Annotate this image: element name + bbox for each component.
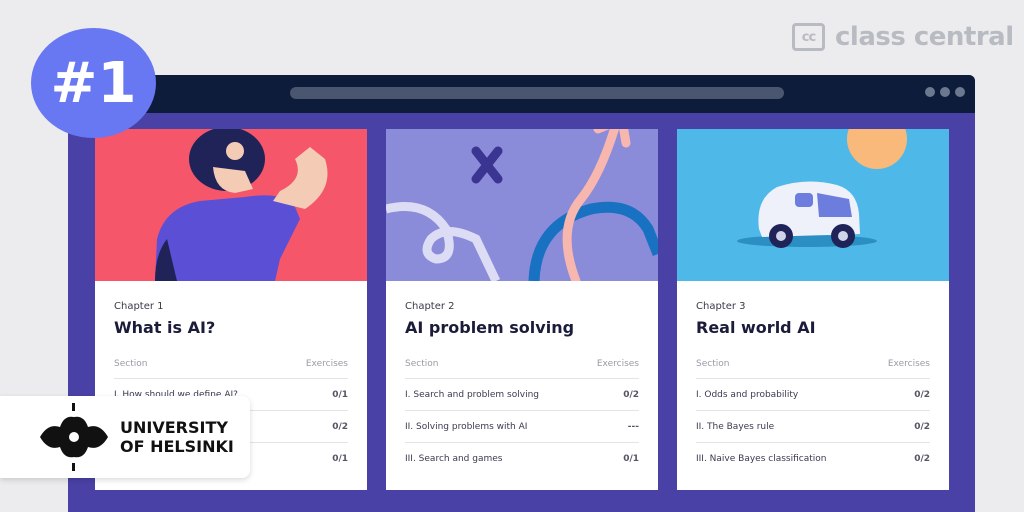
chapter-title[interactable]: Real world AI (696, 318, 930, 337)
section-name: III. Naive Bayes classification (696, 454, 827, 464)
chapter-card-3[interactable]: Chapter 3 Real world AI Section Exercise… (677, 129, 949, 490)
exercise-score: 0/2 (914, 389, 930, 400)
exercise-score: 0/1 (332, 454, 348, 464)
section-row[interactable]: I. Search and problem solving 0/2 (405, 379, 639, 411)
section-name: I. Odds and probability (696, 389, 799, 400)
exercise-score: 0/2 (914, 454, 930, 464)
window-dot-icon[interactable] (955, 87, 965, 97)
section-row[interactable]: II. Solving problems with AI --- (405, 411, 639, 443)
address-bar[interactable] (290, 87, 784, 99)
section-name: II. Solving problems with AI (405, 421, 528, 432)
section-row[interactable]: I. Odds and probability 0/2 (696, 379, 930, 411)
window-controls (925, 87, 965, 97)
chapter-2-illustration (386, 129, 658, 281)
section-column-header: Section (114, 359, 148, 369)
chapter-title[interactable]: AI problem solving (405, 318, 639, 337)
exercise-score: --- (627, 421, 639, 432)
window-dot-icon[interactable] (925, 87, 935, 97)
chapter-title[interactable]: What is AI? (114, 318, 348, 337)
exercise-score: 0/1 (332, 389, 348, 400)
exercises-column-header: Exercises (887, 359, 930, 369)
window-dot-icon[interactable] (940, 87, 950, 97)
section-row[interactable]: III. Naive Bayes classification 0/2 (696, 443, 930, 475)
chapter-1-illustration (95, 129, 367, 281)
university-flame-icon (40, 403, 108, 471)
section-row[interactable]: II. The Bayes rule 0/2 (696, 411, 930, 443)
university-name-line1: UNIVERSITY (120, 418, 228, 437)
chapter-card-2[interactable]: Chapter 2 AI problem solving Section Exe… (386, 129, 658, 490)
chapter-label: Chapter 1 (114, 301, 164, 312)
chapter-3-illustration (677, 129, 949, 281)
table-header: Section Exercises (696, 359, 930, 379)
exercise-score: 0/2 (623, 389, 639, 400)
university-of-helsinki-logo: UNIVERSITY OF HELSINKI (0, 396, 250, 478)
table-header: Section Exercises (405, 359, 639, 379)
class-central-logo-text: class central (835, 22, 1014, 52)
class-central-logo-mark: cc (792, 23, 825, 51)
table-header: Section Exercises (114, 359, 348, 379)
exercises-column-header: Exercises (305, 359, 348, 369)
exercise-score: 0/2 (914, 421, 930, 432)
section-column-header: Section (696, 359, 730, 369)
chapter-label: Chapter 3 (696, 301, 746, 312)
exercise-score: 0/2 (332, 421, 348, 432)
ranking-badge: #1 (31, 28, 156, 138)
chapter-label: Chapter 2 (405, 301, 455, 312)
section-name: III. Search and games (405, 454, 503, 464)
browser-title-bar (68, 75, 975, 113)
section-name: II. The Bayes rule (696, 421, 775, 432)
university-name-line2: OF HELSINKI (120, 437, 234, 456)
exercises-column-header: Exercises (596, 359, 639, 369)
section-name: I. Search and problem solving (405, 389, 539, 400)
exercise-score: 0/1 (623, 454, 639, 464)
section-row[interactable]: III. Search and games 0/1 (405, 443, 639, 475)
section-column-header: Section (405, 359, 439, 369)
class-central-logo: cc class central (792, 22, 1014, 52)
